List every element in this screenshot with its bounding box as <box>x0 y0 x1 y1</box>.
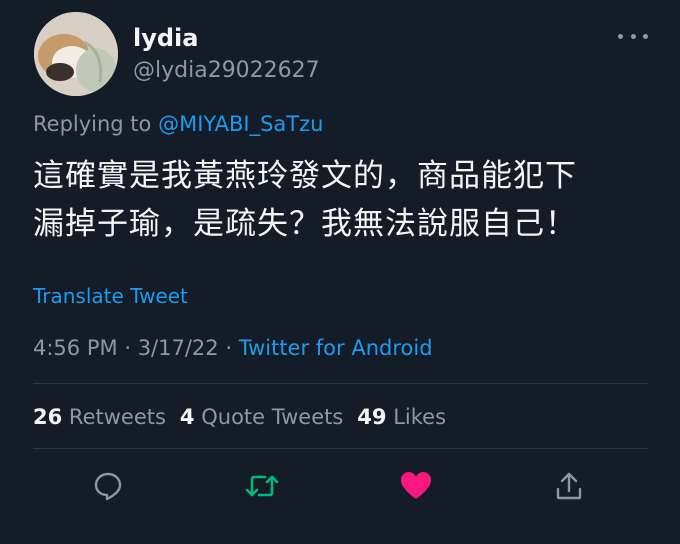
likes-label: Likes <box>393 405 447 429</box>
tweet-date[interactable]: 3/17/22 <box>138 336 219 360</box>
divider <box>33 448 648 449</box>
tweet-metadata: 4:56 PM · 3/17/22 · Twitter for Android <box>33 334 433 362</box>
retweets-label: Retweets <box>68 405 166 429</box>
reply-button[interactable] <box>90 468 126 504</box>
retweet-icon <box>245 475 279 497</box>
reply-bubble-icon <box>94 472 122 501</box>
quote-tweets-label: Quote Tweets <box>201 405 344 429</box>
tweet-time[interactable]: 4:56 PM <box>33 336 118 360</box>
likes-count: 49 <box>357 405 387 429</box>
retweets-count: 26 <box>33 405 63 429</box>
reply-mention-link[interactable]: @MIYABI_SaTzu <box>158 112 323 136</box>
divider <box>33 383 648 384</box>
replying-to-label: Replying to <box>33 112 152 136</box>
tweet-text-line: 漏掉子瑜，是疏失？我無法說服自己！ <box>33 206 577 242</box>
tweet-text: 這確實是我黃燕玲發文的，商品能犯下 漏掉子瑜，是疏失？我無法說服自己！ <box>33 152 653 248</box>
retweet-button[interactable] <box>244 468 280 504</box>
share-button[interactable] <box>551 468 587 504</box>
tweet-source-link[interactable]: Twitter for Android <box>239 336 433 360</box>
quote-tweets-count: 4 <box>179 405 195 429</box>
meta-separator: · <box>124 336 131 360</box>
translate-tweet-link[interactable]: Translate Tweet <box>33 283 188 309</box>
heart-icon <box>401 472 431 499</box>
likes-stat[interactable]: 49 Likes <box>357 405 446 429</box>
avatar-image <box>34 12 118 96</box>
engagement-stats: 26 Retweets 4 Quote Tweets 49 Likes <box>33 403 446 431</box>
replying-to: Replying to @MIYABI_SaTzu <box>33 110 323 138</box>
tweet-text-line: 這確實是我黃燕玲發文的，商品能犯下 <box>33 158 577 194</box>
quote-tweets-stat[interactable]: 4 Quote Tweets <box>180 405 343 429</box>
retweets-stat[interactable]: 26 Retweets <box>33 405 166 429</box>
tweet-detail: lydia @lydia29022627 Replying to @MIYABI… <box>0 0 680 544</box>
avatar[interactable] <box>34 12 118 96</box>
user-handle[interactable]: @lydia29022627 <box>133 57 320 85</box>
like-button[interactable] <box>398 468 434 504</box>
display-name[interactable]: lydia <box>133 23 198 53</box>
more-horizontal-icon[interactable] <box>618 26 648 46</box>
share-icon <box>556 472 582 500</box>
meta-separator: · <box>225 336 233 360</box>
